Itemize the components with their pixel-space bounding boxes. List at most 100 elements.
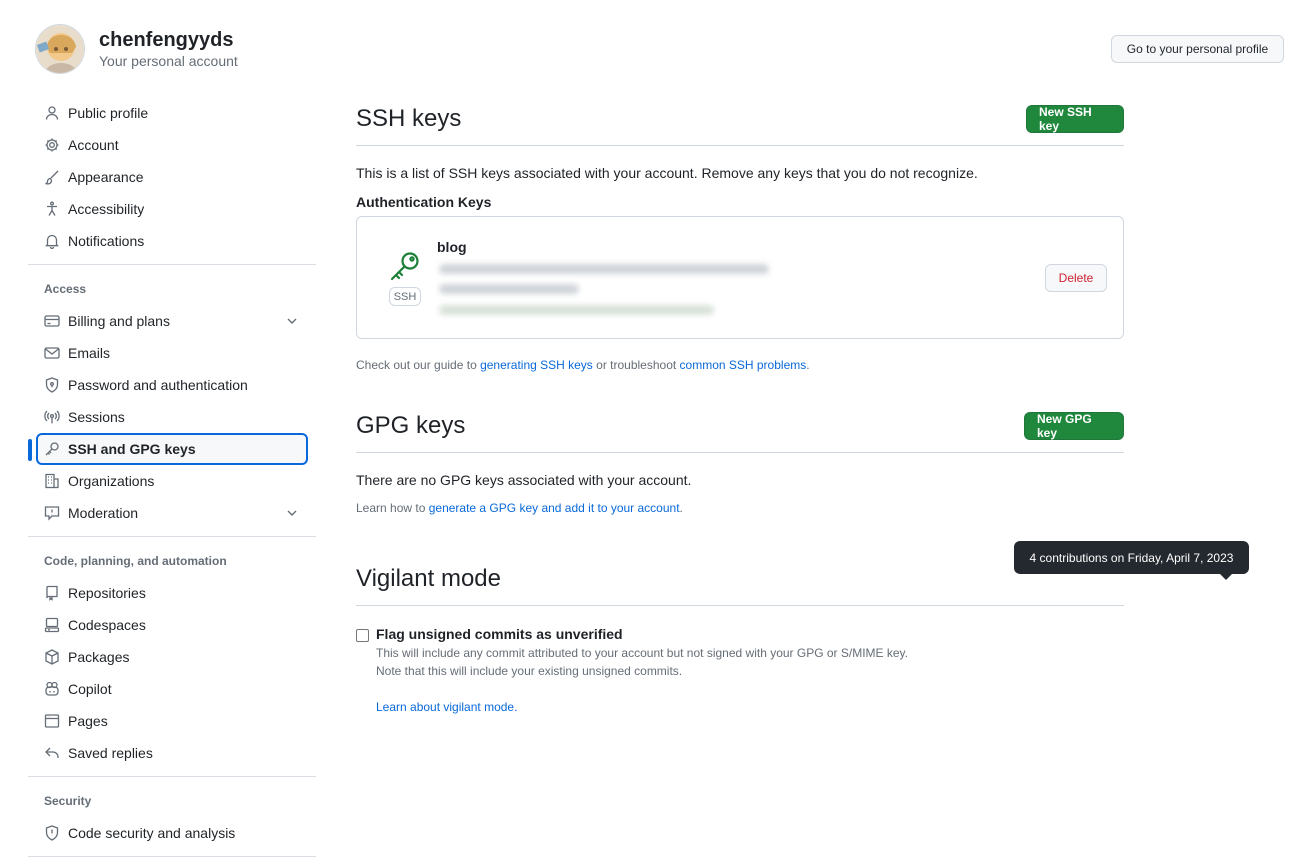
sidebar-group-code: Code, planning, and automation [44, 554, 227, 568]
sidebar-item-appearance[interactable]: Appearance [28, 161, 316, 193]
sidebar-item-label: Sessions [68, 409, 125, 425]
sidebar-item-label: Copilot [68, 681, 112, 697]
sidebar-item-label: Code security and analysis [68, 825, 236, 841]
bell-icon [44, 233, 60, 249]
chevron-down-icon[interactable] [284, 505, 300, 521]
sidebar-item-notifications[interactable]: Notifications [28, 225, 316, 257]
sidebar-item-label: Emails [68, 345, 111, 361]
shield-lock-icon [44, 377, 60, 393]
chevron-down-icon[interactable] [284, 313, 300, 329]
ssh-guide-prefix: Check out our guide to [356, 358, 481, 372]
gpg-section-title: GPG keys [356, 412, 466, 439]
sidebar-item-accessibility[interactable]: Accessibility [28, 193, 316, 225]
vigilant-section-header: Vigilant mode [356, 561, 1124, 606]
flag-unsigned-label[interactable]: Flag unsigned commits as unverified [376, 626, 908, 642]
settings-sidebar: Public profile Account Appearance Access… [28, 97, 316, 865]
ssh-section-title: SSH keys [356, 105, 462, 132]
active-indicator [28, 439, 32, 461]
gpg-section-header: GPG keys New GPG key [356, 408, 1124, 453]
sidebar-item-repositories[interactable]: Repositories [28, 577, 316, 609]
generating-ssh-keys-link[interactable]: generating SSH keys [480, 358, 593, 372]
sidebar-item-organizations[interactable]: Organizations [28, 465, 316, 497]
sidebar-item-label: Notifications [68, 233, 145, 249]
sidebar-item-label: Appearance [68, 169, 144, 185]
sidebar-divider [28, 856, 316, 857]
key-icon [44, 441, 60, 457]
sidebar-item-emails[interactable]: Emails [28, 337, 316, 369]
vigilant-section-title: Vigilant mode [356, 565, 501, 592]
shield-icon [44, 825, 60, 841]
sidebar-item-packages[interactable]: Packages [28, 641, 316, 673]
sidebar-item-pages[interactable]: Pages [28, 705, 316, 737]
sidebar-item-billing[interactable]: Billing and plans [28, 305, 316, 337]
copilot-icon [44, 681, 60, 697]
sidebar-item-label: Repositories [68, 585, 146, 601]
main-content: SSH keys New SSH key This is a list of S… [356, 97, 1124, 716]
vigilant-desc-2: Note that this will include your existin… [376, 664, 683, 678]
sidebar-item-label: Packages [68, 649, 130, 665]
user-info: chenfengyyds Your personal account [99, 28, 238, 70]
repo-icon [44, 585, 60, 601]
common-ssh-problems-link[interactable]: common SSH problems [680, 358, 807, 372]
flag-unsigned-checkbox[interactable] [356, 629, 369, 642]
auth-keys-title: Authentication Keys [356, 194, 492, 210]
gpg-learn-suffix: . [679, 501, 683, 515]
vigilant-desc-1: This will include any commit attributed … [376, 646, 909, 660]
new-ssh-key-button[interactable]: New SSH key [1026, 105, 1124, 133]
sidebar-item-label: Password and authentication [68, 377, 248, 393]
redacted-fingerprint [439, 264, 769, 274]
learn-vigilant-mode-link[interactable]: Learn about vigilant mode. [376, 698, 908, 716]
user-name[interactable]: chenfengyyds [99, 28, 238, 52]
sidebar-item-sessions[interactable]: Sessions [28, 401, 316, 433]
sidebar-item-label: Accessibility [68, 201, 145, 217]
sidebar-item-label: Account [68, 137, 119, 153]
vigilant-option-body: Flag unsigned commits as unverified This… [376, 626, 908, 716]
redacted-last-used [439, 305, 714, 315]
gpg-empty-message: There are no GPG keys associated with yo… [356, 472, 692, 488]
sidebar-item-password-auth[interactable]: Password and authentication [28, 369, 316, 401]
sidebar-item-label: Moderation [68, 505, 139, 521]
sidebar-item-ssh-gpg-keys[interactable]: SSH and GPG keys [28, 433, 316, 465]
vigilant-option: Flag unsigned commits as unverified This… [356, 626, 1124, 716]
sidebar-item-label: SSH and GPG keys [68, 441, 196, 457]
paintbrush-icon [44, 169, 60, 185]
key-icon [390, 252, 419, 281]
contribution-tooltip: 4 contributions on Friday, April 7, 2023 [1014, 541, 1249, 580]
ssh-guide: Check out our guide to generating SSH ke… [356, 356, 1124, 374]
codespaces-icon [44, 617, 60, 633]
credit-card-icon [44, 313, 60, 329]
gpg-learn-prefix: Learn how to [356, 501, 429, 515]
avatar[interactable] [35, 24, 85, 74]
ssh-guide-suffix: . [806, 358, 810, 372]
sidebar-item-label: Saved replies [68, 745, 153, 761]
gear-icon [44, 137, 60, 153]
gpg-learn: Learn how to generate a GPG key and add … [356, 499, 1124, 517]
sidebar-item-label: Billing and plans [68, 313, 170, 329]
user-subtitle: Your personal account [99, 53, 238, 69]
sidebar-item-saved-replies[interactable]: Saved replies [28, 737, 316, 769]
person-icon [44, 105, 60, 121]
user-header: chenfengyyds Your personal account [35, 24, 238, 74]
sidebar-divider [28, 536, 316, 537]
sidebar-item-label: Public profile [68, 105, 149, 121]
redacted-added-date [439, 284, 579, 294]
sidebar-item-account[interactable]: Account [28, 129, 316, 161]
mail-icon [44, 345, 60, 361]
ssh-section-header: SSH keys New SSH key [356, 97, 1124, 146]
sidebar-item-code-security[interactable]: Code security and analysis [28, 817, 316, 849]
report-icon [44, 505, 60, 521]
sidebar-item-codespaces[interactable]: Codespaces [28, 609, 316, 641]
ssh-badge: SSH [389, 287, 421, 306]
sidebar-group-access: Access [44, 282, 87, 296]
sidebar-group-security: Security [44, 794, 92, 808]
browser-icon [44, 713, 60, 729]
new-gpg-key-button[interactable]: New GPG key [1024, 412, 1124, 440]
go-to-profile-button[interactable]: Go to your personal profile [1111, 35, 1284, 63]
sidebar-item-label: Pages [68, 713, 108, 729]
sidebar-item-moderation[interactable]: Moderation [28, 497, 316, 529]
delete-ssh-key-button[interactable]: Delete [1045, 264, 1107, 292]
sidebar-item-copilot[interactable]: Copilot [28, 673, 316, 705]
sidebar-item-public-profile[interactable]: Public profile [28, 97, 316, 129]
generate-gpg-key-link[interactable]: generate a GPG key and add it to your ac… [429, 501, 680, 515]
ssh-key-title: blog [437, 239, 467, 255]
